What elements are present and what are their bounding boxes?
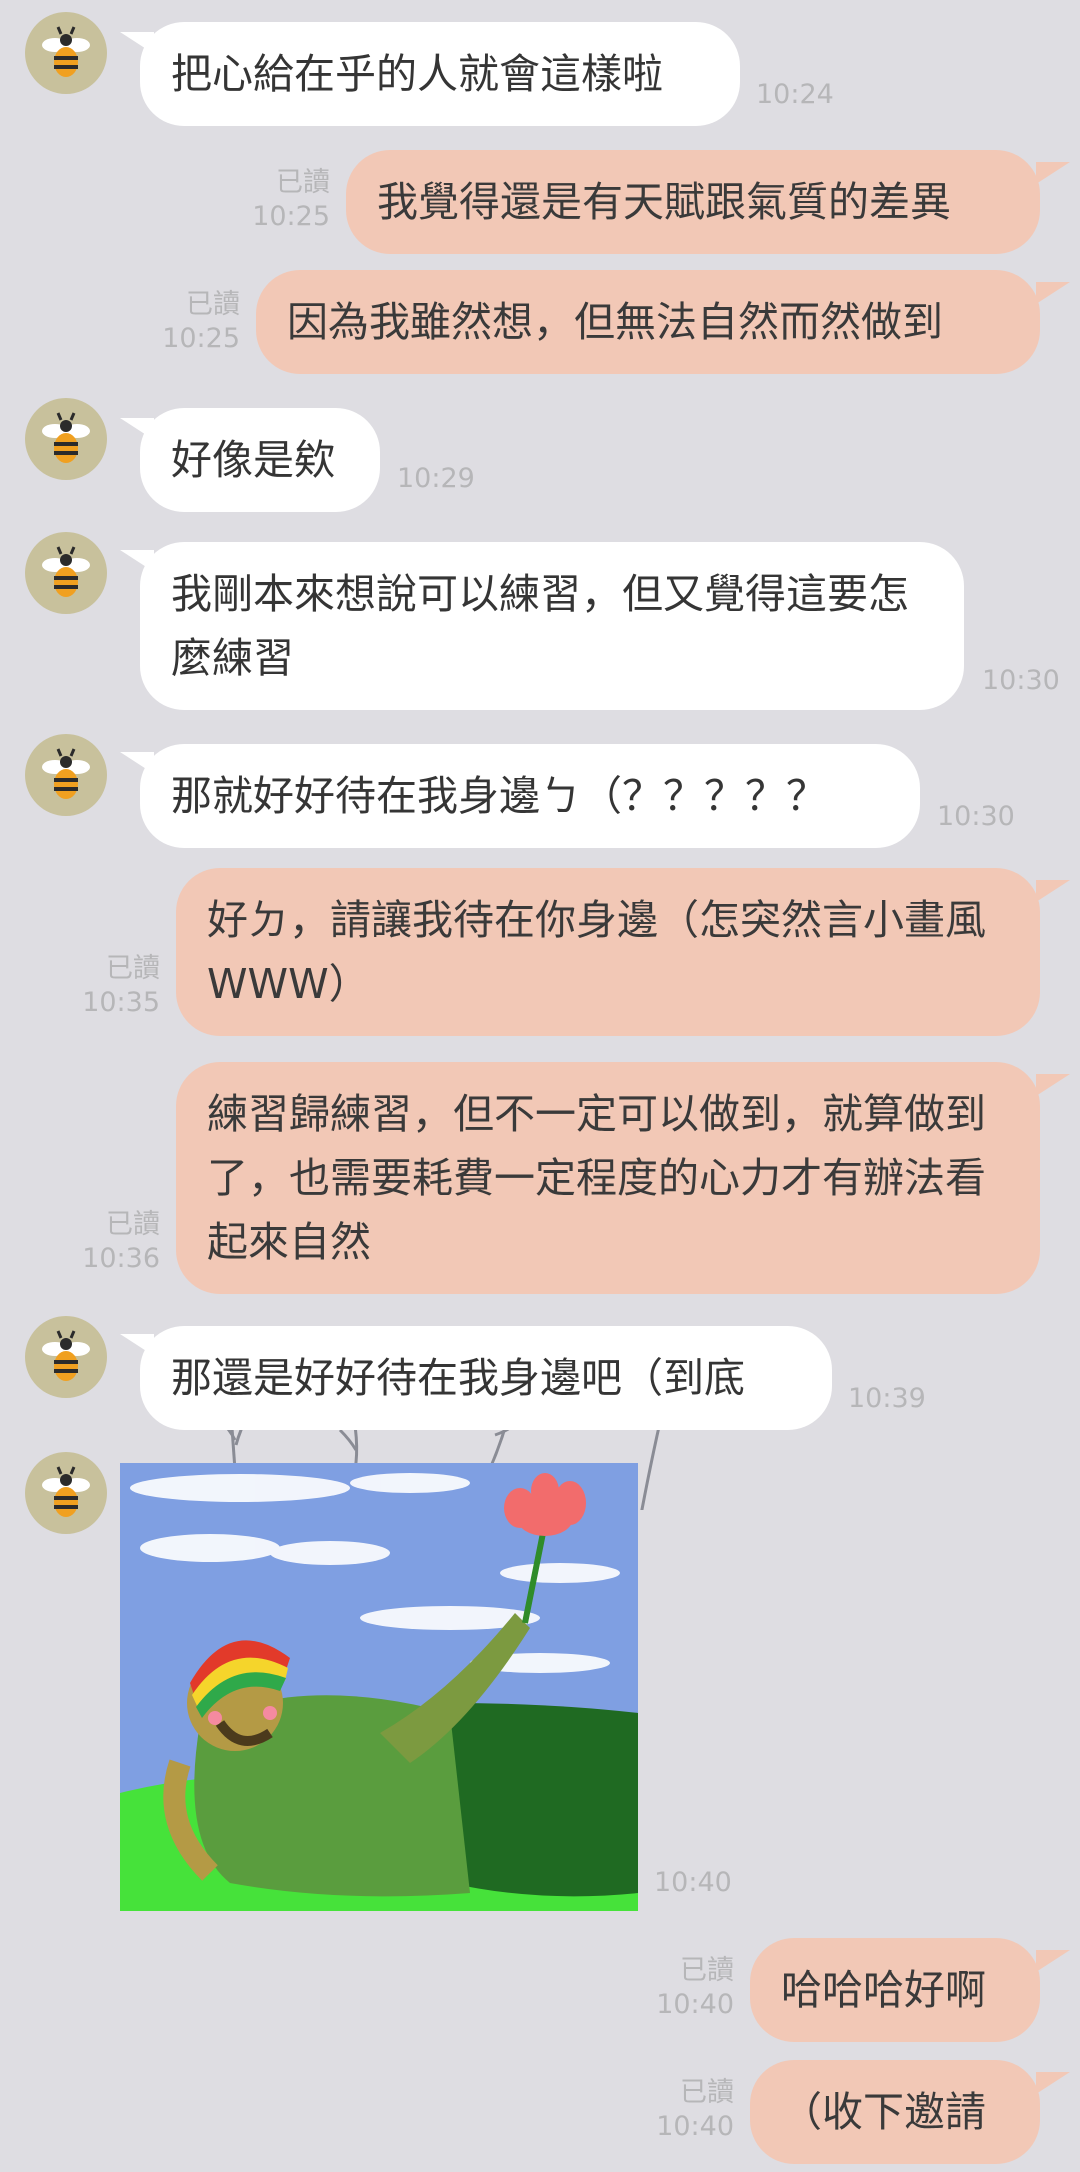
outgoing-message[interactable]: 因為我雖然想，但無法自然而然做到 [256,270,1040,374]
bubble-tail [1036,282,1070,304]
message-time: 10:40 [656,1989,734,2020]
outgoing-message[interactable]: （收下邀請 [750,2060,1040,2164]
message-status: 已讀 10:36 [60,1208,160,1276]
bee-icon [42,26,90,77]
message-status: 已讀 10:40 [634,2076,734,2144]
message-time: 10:25 [252,201,330,232]
bee-icon [42,748,90,799]
avatar[interactable] [25,398,107,480]
message-time: 10:30 [982,665,1060,696]
read-receipt: 已讀 [106,953,160,984]
incoming-message[interactable]: 那就好好待在我身邊ㄅ（？？？？？ [140,744,920,848]
message-time: 10:24 [756,79,834,110]
read-receipt: 已讀 [186,289,240,320]
message-time: 10:40 [656,2111,734,2142]
avatar[interactable] [25,1452,107,1534]
avatar[interactable] [25,734,107,816]
bee-icon [42,1466,90,1517]
incoming-message[interactable]: 把心給在乎的人就會這樣啦 [140,22,740,126]
bubble-tail [1036,2072,1070,2094]
bubble-tail [1036,1074,1070,1096]
bubble-tail [1036,880,1070,902]
avatar[interactable] [25,12,107,94]
read-receipt: 已讀 [680,2077,734,2108]
incoming-message[interactable]: 那還是好好待在我身邊吧（到底 [140,1326,832,1430]
message-status: 已讀 10:25 [140,288,240,356]
bee-icon [42,546,90,597]
message-time: 10:39 [848,1383,926,1414]
read-receipt: 已讀 [276,167,330,198]
message-status: 已讀 10:25 [230,166,330,234]
avatar[interactable] [25,532,107,614]
message-time: 10:40 [654,1867,732,1898]
incoming-message[interactable]: 好像是欸 [140,408,380,512]
bubble-tail [1036,1950,1070,1972]
reclining-man-with-flower-sticker[interactable] [120,1463,638,1911]
avatar[interactable] [25,1316,107,1398]
outgoing-message[interactable]: 好ㄉ，請讓我待在你身邊（怎突然言小畫風WWW） [176,868,1040,1036]
incoming-message[interactable]: 我剛本來想說可以練習，但又覺得這要怎麼練習 [140,542,964,710]
bee-icon [42,412,90,463]
read-receipt: 已讀 [680,1955,734,1986]
read-receipt: 已讀 [106,1209,160,1240]
bee-icon [42,1330,90,1381]
message-time: 10:36 [82,1243,160,1274]
message-time: 10:25 [162,323,240,354]
message-status: 已讀 10:35 [60,952,160,1020]
outgoing-message[interactable]: 哈哈哈好啊 [750,1938,1040,2042]
outgoing-message[interactable]: 練習歸練習，但不一定可以做到，就算做到了，也需要耗費一定程度的心力才有辦法看起來… [176,1062,1040,1294]
bubble-tail [1036,162,1070,184]
message-time: 10:29 [397,463,475,494]
message-time: 10:30 [937,801,1015,832]
outgoing-message[interactable]: 我覺得還是有天賦跟氣質的差異 [346,150,1040,254]
message-status: 已讀 10:40 [634,1954,734,2022]
message-time: 10:35 [82,987,160,1018]
